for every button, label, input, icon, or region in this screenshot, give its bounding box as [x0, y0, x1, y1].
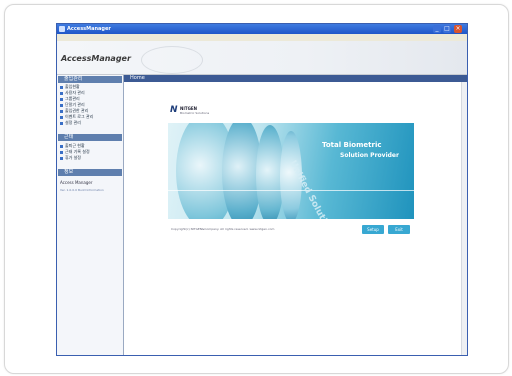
- minimize-icon[interactable]: _: [433, 25, 441, 33]
- hero-line: [168, 190, 414, 191]
- app-window: AccessManager _ □ × 파일(F) 보기(V) 출입관리(A) …: [56, 23, 468, 356]
- close-icon[interactable]: ×: [454, 25, 462, 33]
- app-icon: [59, 26, 65, 32]
- sidebar: 출입관리 출입현황 사용자 관리 그룹관리 단말기 관리 출입권한 관리 이벤트…: [57, 75, 124, 355]
- sidebar-item-attendance-status[interactable]: 출퇴근 현황: [60, 143, 85, 148]
- company-logo: N NITGEN Biometric Solutions: [170, 105, 210, 115]
- sidebar-item-terminals[interactable]: 단말기 관리: [60, 102, 85, 107]
- bullet-icon: [60, 121, 63, 125]
- app-logo: AccessManager: [61, 54, 131, 63]
- hero-image: Unified Solution Total Biometric Solutio…: [168, 123, 414, 219]
- sidebar-item-users[interactable]: 사용자 관리: [60, 90, 85, 95]
- info-version: Ver. 1.0.0.0 Build Information: [60, 188, 104, 192]
- logo-subtitle: Biometric Solutions: [180, 111, 210, 115]
- bullet-icon: [60, 97, 63, 101]
- bullet-icon: [60, 144, 63, 148]
- sidebar-section-access[interactable]: 출입관리: [58, 76, 122, 83]
- sidebar-item-vacation[interactable]: 휴가 설정: [60, 155, 81, 160]
- bullet-icon: [60, 85, 63, 89]
- bullet-icon: [60, 103, 63, 107]
- copyright-text: Copyright(c) NITGEN&Company. All rights …: [171, 227, 275, 231]
- banner-swoosh: [141, 46, 203, 74]
- tab-home[interactable]: Home: [130, 75, 145, 82]
- sidebar-item-attendance-rules[interactable]: 근태 기록 설정: [60, 149, 90, 154]
- bullet-icon: [60, 91, 63, 95]
- sidebar-item-groups[interactable]: 그룹관리: [60, 96, 80, 101]
- maximize-icon[interactable]: □: [443, 25, 451, 33]
- hero-subheadline: Solution Provider: [340, 152, 399, 159]
- hero-headline: Total Biometric: [322, 141, 382, 149]
- setup-button[interactable]: Setup: [362, 225, 384, 234]
- vertical-scrollbar[interactable]: [461, 82, 467, 355]
- bullet-icon: [60, 109, 63, 113]
- tab-bar: Home: [124, 75, 467, 82]
- sidebar-section-info[interactable]: 정보: [58, 169, 122, 176]
- sidebar-item-settings[interactable]: 설정 관리: [60, 120, 81, 125]
- header-banner: AccessManager: [57, 41, 467, 75]
- sidebar-item-status[interactable]: 출입현황: [60, 84, 80, 89]
- bullet-icon: [60, 156, 63, 160]
- sidebar-section-attendance[interactable]: 근태: [58, 134, 122, 141]
- sidebar-item-permissions[interactable]: 출입권한 관리: [60, 108, 88, 113]
- info-title: Access Manager: [60, 180, 93, 185]
- menu-bar: 파일(F) 보기(V) 출입관리(A) 근태관리(W) 도구(T) 도움말(H): [57, 34, 467, 50]
- window-title: AccessManager: [67, 26, 111, 32]
- title-bar: AccessManager _ □ ×: [57, 24, 467, 34]
- bullet-icon: [60, 115, 63, 119]
- sidebar-item-event-log[interactable]: 이벤트 로그 관리: [60, 114, 93, 119]
- logo-mark: N: [170, 105, 178, 115]
- bullet-icon: [60, 150, 63, 154]
- exit-button[interactable]: Exit: [388, 225, 410, 234]
